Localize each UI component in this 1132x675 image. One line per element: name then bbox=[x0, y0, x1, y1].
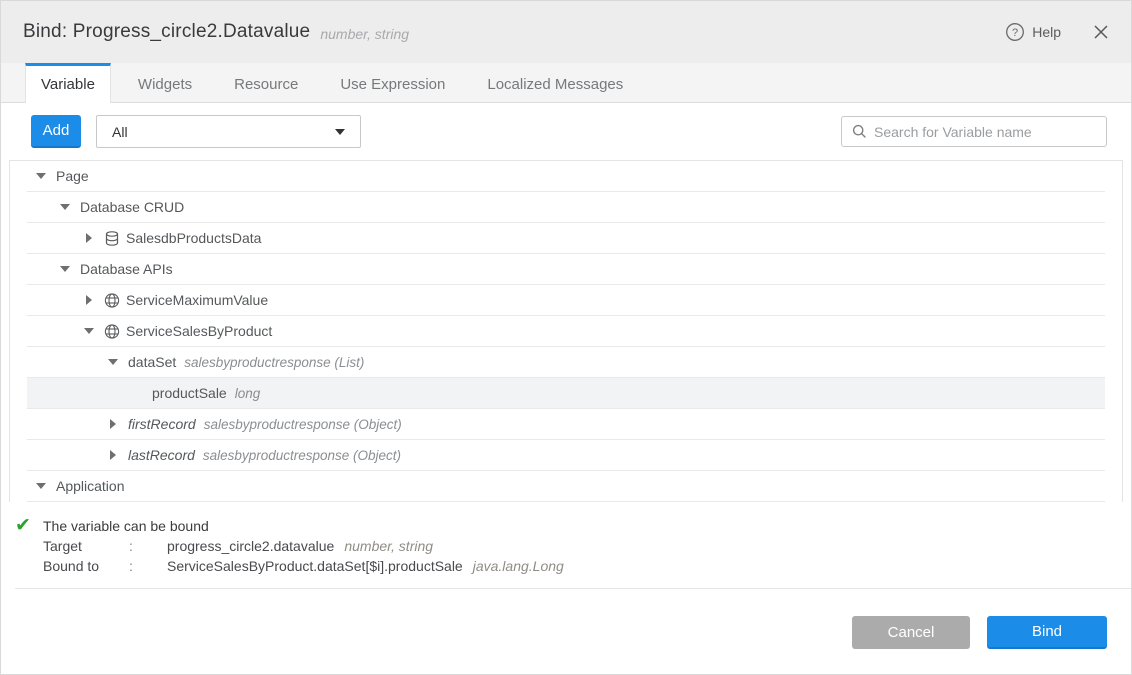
boundto-value: ServiceSalesByProduct.dataSet[$i].produc… bbox=[167, 556, 463, 576]
database-icon bbox=[104, 230, 120, 247]
caret-right-icon[interactable] bbox=[108, 419, 128, 429]
variable-tree: Page Database CRUD SalesdbProductsData Data… bbox=[9, 160, 1123, 502]
bind-status: ✔ The variable can be bound Target : pro… bbox=[1, 502, 1131, 589]
caret-right-icon[interactable] bbox=[84, 233, 104, 243]
tree-node-type: salesbyproductresponse (List) bbox=[184, 355, 364, 370]
tree-node-servicesalesbyproduct[interactable]: ServiceSalesByProduct bbox=[27, 316, 1105, 347]
variable-toolbar: Add All bbox=[1, 103, 1131, 160]
bind-button[interactable]: Bind bbox=[987, 616, 1107, 649]
tab-use-expression[interactable]: Use Expression bbox=[325, 63, 460, 102]
tree-node-firstrecord[interactable]: firstRecord salesbyproductresponse (Objec… bbox=[27, 409, 1105, 440]
status-target-row: Target : progress_circle2.datavalue numb… bbox=[43, 536, 1131, 556]
tree-node-database-crud[interactable]: Database CRUD bbox=[27, 192, 1105, 223]
dialog-header: Bind: Progress_circle2.Datavalue number,… bbox=[1, 1, 1131, 63]
tree-node-label: Page bbox=[56, 168, 89, 184]
tree-node-label: productSale bbox=[152, 385, 227, 401]
caret-down-icon[interactable] bbox=[36, 483, 56, 489]
caret-down-icon[interactable] bbox=[36, 173, 56, 179]
globe-icon bbox=[104, 323, 120, 340]
tab-variable[interactable]: Variable bbox=[25, 63, 111, 103]
close-icon[interactable] bbox=[1093, 24, 1109, 40]
tree-node-label: lastRecord bbox=[128, 447, 195, 463]
chevron-down-icon bbox=[335, 129, 345, 135]
tree-node-lastrecord[interactable]: lastRecord salesbyproductresponse (Object… bbox=[27, 440, 1105, 471]
tree-node-database-apis[interactable]: Database APIs bbox=[27, 254, 1105, 285]
target-label: Target bbox=[43, 536, 129, 556]
svg-text:?: ? bbox=[1012, 27, 1018, 39]
target-value: progress_circle2.datavalue bbox=[167, 536, 334, 556]
tree-node-label: ServiceMaximumValue bbox=[126, 292, 268, 308]
tree-node-salesdbproductsdata[interactable]: SalesdbProductsData bbox=[27, 223, 1105, 254]
variable-search[interactable] bbox=[841, 116, 1107, 147]
tree-node-type: long bbox=[235, 386, 261, 401]
boundto-label: Bound to bbox=[43, 556, 129, 576]
variable-filter-select[interactable]: All bbox=[96, 115, 361, 148]
tree-node-label: Application bbox=[56, 478, 125, 494]
tree-node-label: Database APIs bbox=[80, 261, 173, 277]
caret-right-icon[interactable] bbox=[84, 295, 104, 305]
tree-node-label: dataSet bbox=[128, 354, 176, 370]
boundto-type: java.lang.Long bbox=[473, 556, 564, 576]
tab-resource[interactable]: Resource bbox=[219, 63, 313, 102]
bind-dialog: Bind: Progress_circle2.Datavalue number,… bbox=[0, 0, 1132, 675]
caret-down-icon[interactable] bbox=[60, 266, 80, 272]
search-input[interactable] bbox=[874, 124, 1096, 140]
tree-node-servicemaximumvalue[interactable]: ServiceMaximumValue bbox=[27, 285, 1105, 316]
tree-node-page[interactable]: Page bbox=[27, 161, 1105, 192]
filter-selected-value: All bbox=[112, 124, 128, 140]
tree-node-label: ServiceSalesByProduct bbox=[126, 323, 272, 339]
tree-node-dataset[interactable]: dataSet salesbyproductresponse (List) bbox=[27, 347, 1105, 378]
caret-down-icon[interactable] bbox=[84, 328, 104, 334]
target-type: number, string bbox=[344, 536, 433, 556]
tree-node-label: Database CRUD bbox=[80, 199, 184, 215]
status-message: The variable can be bound bbox=[43, 516, 209, 536]
help-icon[interactable]: ? bbox=[1005, 22, 1025, 42]
tab-localized-messages[interactable]: Localized Messages bbox=[472, 63, 638, 102]
dialog-subtitle: number, string bbox=[320, 26, 409, 42]
caret-down-icon[interactable] bbox=[108, 359, 128, 365]
tree-node-type: salesbyproductresponse (Object) bbox=[204, 417, 402, 432]
dialog-title: Bind: Progress_circle2.Datavalue bbox=[23, 21, 310, 43]
tree-node-label: firstRecord bbox=[128, 416, 196, 432]
globe-icon bbox=[104, 292, 120, 309]
cancel-button[interactable]: Cancel bbox=[852, 616, 970, 649]
search-icon bbox=[852, 124, 867, 139]
dialog-footer: Cancel Bind bbox=[1, 589, 1131, 649]
help-label[interactable]: Help bbox=[1032, 24, 1061, 40]
status-boundto-row: Bound to : ServiceSalesByProduct.dataSet… bbox=[43, 556, 1131, 576]
green-check-icon: ✔ bbox=[15, 516, 43, 536]
tree-node-application[interactable]: Application bbox=[27, 471, 1105, 502]
add-variable-button[interactable]: Add bbox=[31, 115, 81, 148]
caret-right-icon[interactable] bbox=[108, 450, 128, 460]
tree-node-type: salesbyproductresponse (Object) bbox=[203, 448, 401, 463]
help-button[interactable]: ? Help bbox=[1005, 22, 1061, 42]
tab-widgets[interactable]: Widgets bbox=[123, 63, 207, 102]
tree-node-label: SalesdbProductsData bbox=[126, 230, 261, 246]
tree-node-productsale[interactable]: productSale long bbox=[27, 378, 1105, 409]
caret-down-icon[interactable] bbox=[60, 204, 80, 210]
tab-bar: Variable Widgets Resource Use Expression… bbox=[1, 63, 1131, 103]
